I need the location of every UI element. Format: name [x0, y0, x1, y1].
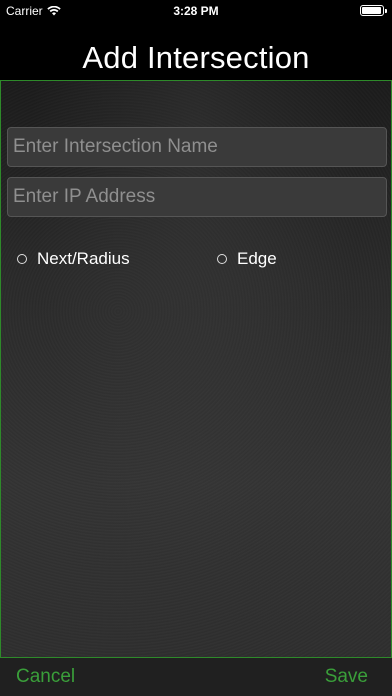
- page-title: Add Intersection: [82, 40, 310, 75]
- ip-address-input[interactable]: [7, 177, 387, 217]
- status-bar: Carrier 3:28 PM: [0, 0, 392, 22]
- navigation-header: Add Intersection: [0, 22, 392, 80]
- battery-icon: [360, 5, 387, 16]
- radio-edge-label: Edge: [237, 249, 277, 268]
- form-panel: Next/Radius Edge: [0, 80, 392, 658]
- radio-circle-icon[interactable]: [17, 254, 27, 264]
- radio-next-radius[interactable]: Next/Radius: [17, 249, 130, 269]
- save-button[interactable]: Save: [325, 666, 368, 688]
- status-time: 3:28 PM: [173, 4, 219, 18]
- radio-next-radius-label: Next/Radius: [37, 249, 130, 268]
- bottom-toolbar: Cancel Save: [0, 658, 392, 696]
- intersection-name-input[interactable]: [7, 127, 387, 167]
- cancel-button[interactable]: Cancel: [16, 666, 75, 688]
- radio-circle-icon[interactable]: [217, 254, 227, 264]
- radio-edge[interactable]: Edge: [217, 249, 277, 269]
